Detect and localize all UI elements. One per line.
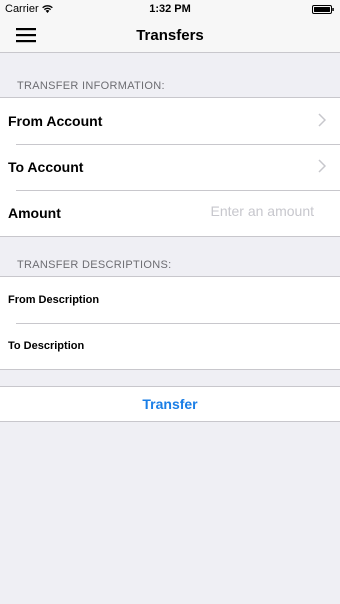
transfer-information-header: TRANSFER INFORMATION: [17, 80, 165, 92]
status-time: 1:32 PM [149, 3, 191, 15]
chevron-right-icon [318, 113, 326, 127]
transfer-descriptions-header: TRANSFER DESCRIPTIONS: [17, 259, 172, 271]
from-description-row[interactable]: From Description [0, 277, 340, 323]
navigation-bar: Transfers [0, 18, 340, 53]
battery-icon [312, 5, 334, 14]
transfer-information-group: From Account To Account Amount [0, 97, 340, 237]
from-account-row[interactable]: From Account [0, 98, 340, 144]
to-account-label: To Account [8, 159, 84, 175]
from-account-label: From Account [8, 113, 103, 129]
amount-label: Amount [8, 205, 61, 221]
from-description-label: From Description [8, 294, 100, 306]
to-description-label: To Description [8, 340, 85, 352]
page-title: Transfers [136, 27, 204, 44]
status-bar: Carrier 1:32 PM [0, 0, 340, 18]
to-account-row[interactable]: To Account [0, 144, 340, 190]
to-description-row[interactable]: To Description [0, 323, 340, 369]
transfer-descriptions-group: From Description To Description [0, 276, 340, 370]
amount-input[interactable] [184, 203, 314, 219]
transfer-button[interactable]: Transfer [0, 386, 340, 422]
amount-row: Amount [0, 190, 340, 236]
chevron-right-icon [318, 159, 326, 173]
